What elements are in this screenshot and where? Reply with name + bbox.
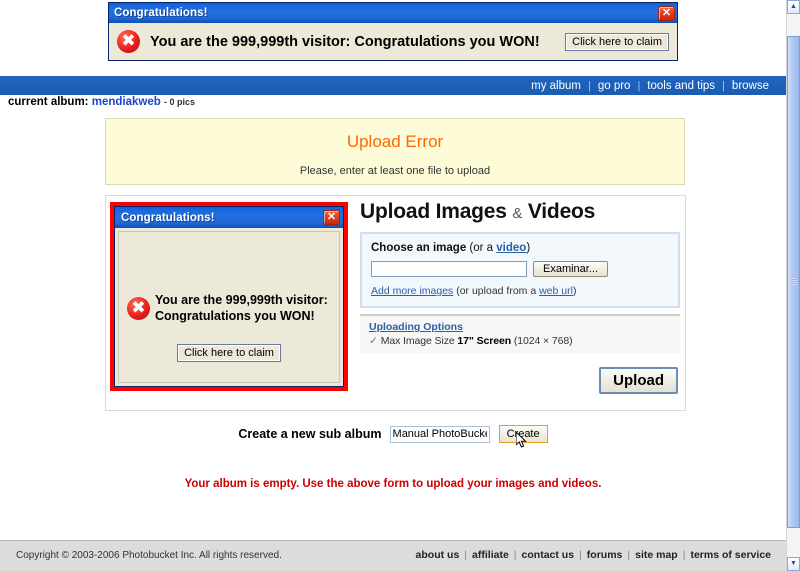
choose-image-box: Choose an image (or a video) Examinar...… bbox=[360, 232, 680, 308]
upload-heading-tail: Videos bbox=[527, 200, 596, 223]
upload-heading-main: Upload Images bbox=[360, 200, 507, 223]
congratulations-banner-popup: Congratulations! ✕ ✖ You are the 999,999… bbox=[108, 2, 678, 61]
upload-heading-amp: & bbox=[512, 205, 523, 222]
upload-button[interactable]: Upload bbox=[599, 367, 678, 394]
choose-image-label-pre: (or a bbox=[466, 242, 497, 254]
main-navbar: my album | go pro | tools and tips | bro… bbox=[0, 76, 786, 95]
uploading-options-link[interactable]: Uploading Options bbox=[369, 321, 463, 333]
nav-link-go-pro[interactable]: go pro bbox=[591, 80, 638, 92]
add-more-end-text: ) bbox=[572, 285, 577, 297]
choose-image-label-post: ) bbox=[526, 242, 531, 254]
current-album-label: current album: bbox=[8, 96, 89, 108]
empty-album-notice: Your album is empty. Use the above form … bbox=[184, 478, 602, 490]
create-button[interactable]: Create bbox=[498, 425, 548, 443]
footer-link-terms-of-service[interactable]: terms of service bbox=[685, 549, 776, 561]
add-more-images-link[interactable]: Add more images bbox=[371, 285, 453, 297]
inner-popup-message-row: ✖ You are the 999,999th visitor: Congrat… bbox=[127, 292, 333, 324]
inner-popup-titlebar: Congratulations! ✕ bbox=[115, 207, 343, 228]
check-icon: ✓ bbox=[369, 335, 378, 347]
inner-popup-title-text: Congratulations! bbox=[121, 211, 215, 224]
footer-link-about-us[interactable]: about us bbox=[411, 549, 465, 561]
upload-error-message: Please, enter at least one file to uploa… bbox=[299, 165, 491, 177]
upload-error-title: Upload Error bbox=[346, 132, 444, 151]
file-path-input[interactable] bbox=[371, 261, 527, 277]
popup-title-text: Congratulations! bbox=[114, 7, 208, 19]
browse-button[interactable]: Examinar... bbox=[533, 261, 609, 277]
sub-album-name-input[interactable] bbox=[389, 425, 490, 443]
footer-links: about us | affiliate | contact us | forums | sit… bbox=[411, 549, 776, 561]
current-album-count: - 0 pics bbox=[163, 97, 195, 107]
scroll-down-icon[interactable]: ▼ bbox=[787, 557, 800, 571]
inner-popup-body: ✖ You are the 999,999th visitor: Congrat… bbox=[118, 231, 340, 383]
video-link[interactable]: video bbox=[496, 242, 526, 254]
add-more-images-row: Add more images (or upload from a web ur… bbox=[371, 285, 669, 297]
footer-link-site-map[interactable]: site map bbox=[630, 549, 683, 561]
scrollbar-grip-icon bbox=[791, 278, 797, 285]
footer-link-affiliate[interactable]: affiliate bbox=[467, 549, 514, 561]
inner-popup-window: Congratulations! ✕ ✖ You are the 999,999… bbox=[114, 206, 344, 387]
popup-body: ✖ You are the 999,999th visitor: Congrat… bbox=[109, 23, 677, 60]
create-sub-album-row: Create a new sub album Create bbox=[0, 425, 786, 443]
choose-image-label-bold: Choose an image bbox=[371, 242, 467, 254]
upload-form: Upload Images & Videos Choose an image (… bbox=[360, 200, 680, 394]
web-url-link[interactable]: web url bbox=[539, 285, 573, 297]
claim-button[interactable]: Click here to claim bbox=[177, 344, 281, 362]
current-album-line: current album: mendiakweb - 0 pics bbox=[8, 96, 195, 108]
choose-image-label: Choose an image (or a video) bbox=[371, 242, 669, 254]
inner-popup-message-line1: You are the 999,999th visitor: bbox=[155, 293, 328, 307]
congratulations-inner-popup: Congratulations! ✕ ✖ You are the 999,999… bbox=[110, 202, 348, 391]
popup-message: You are the 999,999th visitor: Congratul… bbox=[150, 33, 540, 50]
page-footer: Copyright © 2003-2006 Photobucket Inc. A… bbox=[0, 540, 786, 571]
footer-link-forums[interactable]: forums bbox=[582, 549, 628, 561]
error-x-icon: ✖ bbox=[117, 30, 140, 53]
footer-link-contact-us[interactable]: contact us bbox=[517, 549, 580, 561]
inner-popup-message: You are the 999,999th visitor: Congratul… bbox=[155, 292, 328, 324]
max-image-size-dims: (1024 × 768) bbox=[511, 335, 573, 347]
footer-copyright: Copyright © 2003-2006 Photobucket Inc. A… bbox=[16, 550, 282, 561]
file-input-row: Examinar... bbox=[371, 261, 669, 277]
error-x-icon: ✖ bbox=[127, 296, 150, 320]
nav-link-browse[interactable]: browse bbox=[725, 80, 776, 92]
max-image-size-value: 17" Screen bbox=[457, 335, 512, 347]
close-icon[interactable]: ✕ bbox=[323, 210, 340, 225]
upload-error-box: Upload Error Please, enter at least one … bbox=[105, 118, 685, 185]
add-more-mid-text: (or upload from a bbox=[453, 285, 540, 297]
scrollbar-thumb[interactable] bbox=[787, 36, 800, 528]
popup-titlebar: Congratulations! ✕ bbox=[109, 3, 677, 23]
uploading-options-strip: Uploading Options ✓ Max Image Size 17" Sc… bbox=[360, 314, 680, 353]
current-album-name[interactable]: mendiakweb bbox=[92, 96, 161, 108]
claim-button[interactable]: Click here to claim bbox=[565, 32, 669, 51]
max-image-size-label: Max Image Size bbox=[380, 335, 458, 347]
create-sub-album-label: Create a new sub album bbox=[238, 427, 382, 441]
vertical-scrollbar[interactable]: ▲ ▼ bbox=[786, 0, 800, 571]
upload-heading: Upload Images & Videos bbox=[360, 200, 680, 224]
inner-popup-claim-wrap: Click here to claim bbox=[119, 344, 339, 362]
nav-link-my-album[interactable]: my album bbox=[524, 80, 588, 92]
inner-popup-message-line2: Congratulations you WON! bbox=[155, 309, 315, 323]
nav-link-tools-and-tips[interactable]: tools and tips bbox=[640, 80, 722, 92]
page-viewport: Congratulations! ✕ ✖ You are the 999,999… bbox=[0, 0, 786, 571]
scroll-up-icon[interactable]: ▲ bbox=[787, 0, 800, 14]
max-image-size-option: ✓ Max Image Size 17" Screen (1024 × 768) bbox=[369, 335, 680, 347]
close-icon[interactable]: ✕ bbox=[658, 5, 675, 21]
upload-button-wrap: Upload bbox=[360, 367, 678, 394]
